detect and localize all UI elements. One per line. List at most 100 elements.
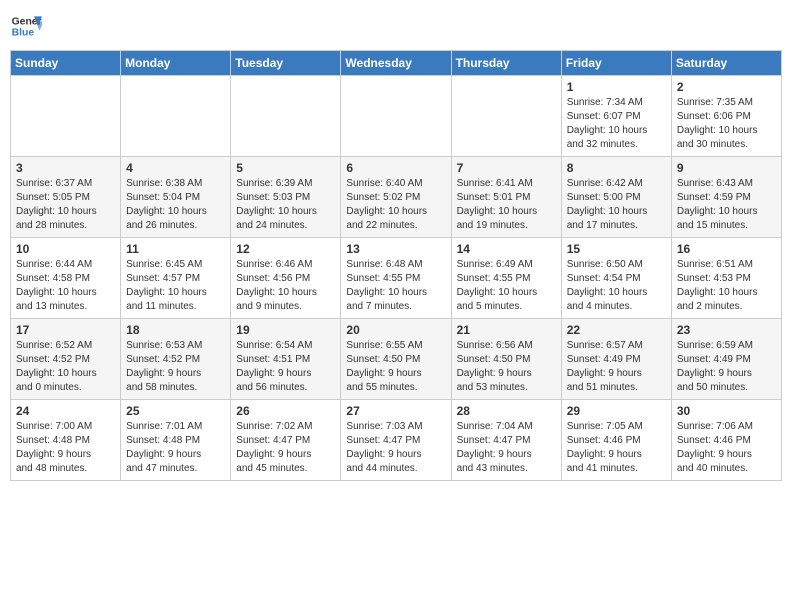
calendar-cell: 30 Sunrise: 7:06 AM Sunset: 4:46 PM Dayli… [671,400,781,481]
day-info: Sunrise: 6:51 AM Sunset: 4:53 PM Dayligh… [677,258,776,314]
calendar-cell: 3 Sunrise: 6:37 AM Sunset: 5:05 PM Daylig… [11,157,121,238]
calendar-cell: 1Sunrise: 7:34 AM Sunset: 6:07 PM Daylig… [561,76,671,157]
calendar-cell: 19 Sunrise: 6:54 AM Sunset: 4:51 PM Dayli… [231,319,341,400]
weekday-header-sunday: Sunday [11,51,121,76]
day-info: Sunrise: 6:37 AM Sunset: 5:05 PM Dayligh… [16,177,115,233]
day-info: Sunrise: 7:05 AM Sunset: 4:46 PM Dayligh… [567,420,666,476]
day-number: 14 [457,242,556,256]
week-row-2: 3 Sunrise: 6:37 AM Sunset: 5:05 PM Daylig… [11,157,782,238]
calendar-cell: 11 Sunrise: 6:45 AM Sunset: 4:57 PM Dayli… [121,238,231,319]
calendar-cell: 2 Sunrise: 7:35 AM Sunset: 6:06 PM Daylig… [671,76,781,157]
weekday-header-wednesday: Wednesday [341,51,451,76]
day-info: Sunrise: 7:00 AM Sunset: 4:48 PM Dayligh… [16,420,115,476]
day-number: 11 [126,242,225,256]
week-row-3: 10Sunrise: 6:44 AM Sunset: 4:58 PM Dayli… [11,238,782,319]
day-number: 9 [677,161,776,175]
day-number: 15 [567,242,666,256]
day-info: Sunrise: 6:42 AM Sunset: 5:00 PM Dayligh… [567,177,666,233]
day-info: Sunrise: 6:48 AM Sunset: 4:55 PM Dayligh… [346,258,445,314]
day-number: 3 [16,161,115,175]
day-info: Sunrise: 7:01 AM Sunset: 4:48 PM Dayligh… [126,420,225,476]
day-number: 20 [346,323,445,337]
day-number: 27 [346,404,445,418]
day-number: 10 [16,242,115,256]
weekday-header-monday: Monday [121,51,231,76]
calendar-cell [231,76,341,157]
day-number: 26 [236,404,335,418]
week-row-4: 17 Sunrise: 6:52 AM Sunset: 4:52 PM Dayli… [11,319,782,400]
calendar-cell [121,76,231,157]
week-row-5: 24 Sunrise: 7:00 AM Sunset: 4:48 PM Dayli… [11,400,782,481]
day-info: Sunrise: 6:54 AM Sunset: 4:51 PM Dayligh… [236,339,335,395]
day-info: Sunrise: 6:53 AM Sunset: 4:52 PM Dayligh… [126,339,225,395]
day-info: Sunrise: 6:45 AM Sunset: 4:57 PM Dayligh… [126,258,225,314]
day-number: 28 [457,404,556,418]
day-number: 13 [346,242,445,256]
logo: General Blue [10,10,42,42]
day-number: 29 [567,404,666,418]
day-number: 19 [236,323,335,337]
calendar-cell: 10Sunrise: 6:44 AM Sunset: 4:58 PM Dayli… [11,238,121,319]
day-info: Sunrise: 7:35 AM Sunset: 6:06 PM Dayligh… [677,96,776,152]
day-info: Sunrise: 6:55 AM Sunset: 4:50 PM Dayligh… [346,339,445,395]
logo-icon: General Blue [10,10,42,42]
weekday-header-thursday: Thursday [451,51,561,76]
day-number: 30 [677,404,776,418]
calendar-cell: 13 Sunrise: 6:48 AM Sunset: 4:55 PM Dayli… [341,238,451,319]
calendar-cell: 17 Sunrise: 6:52 AM Sunset: 4:52 PM Dayli… [11,319,121,400]
calendar-cell: 5Sunrise: 6:39 AM Sunset: 5:03 PM Daylig… [231,157,341,238]
calendar-cell: 15 Sunrise: 6:50 AM Sunset: 4:54 PM Dayli… [561,238,671,319]
calendar-cell: 27Sunrise: 7:03 AM Sunset: 4:47 PM Dayli… [341,400,451,481]
day-info: Sunrise: 6:52 AM Sunset: 4:52 PM Dayligh… [16,339,115,395]
calendar-cell: 6Sunrise: 6:40 AM Sunset: 5:02 PM Daylig… [341,157,451,238]
day-number: 24 [16,404,115,418]
svg-text:Blue: Blue [12,28,35,39]
day-number: 23 [677,323,776,337]
day-info: Sunrise: 7:04 AM Sunset: 4:47 PM Dayligh… [457,420,556,476]
calendar-table: SundayMondayTuesdayWednesdayThursdayFrid… [10,50,782,481]
calendar-cell: 29 Sunrise: 7:05 AM Sunset: 4:46 PM Dayli… [561,400,671,481]
calendar-cell: 25 Sunrise: 7:01 AM Sunset: 4:48 PM Dayli… [121,400,231,481]
day-number: 21 [457,323,556,337]
day-number: 6 [346,161,445,175]
day-info: Sunrise: 7:06 AM Sunset: 4:46 PM Dayligh… [677,420,776,476]
calendar-cell: 24 Sunrise: 7:00 AM Sunset: 4:48 PM Dayli… [11,400,121,481]
calendar-cell: 20 Sunrise: 6:55 AM Sunset: 4:50 PM Dayli… [341,319,451,400]
day-info: Sunrise: 6:38 AM Sunset: 5:04 PM Dayligh… [126,177,225,233]
calendar-cell: 4 Sunrise: 6:38 AM Sunset: 5:04 PM Daylig… [121,157,231,238]
calendar-cell: 26Sunrise: 7:02 AM Sunset: 4:47 PM Dayli… [231,400,341,481]
calendar-cell: 28 Sunrise: 7:04 AM Sunset: 4:47 PM Dayli… [451,400,561,481]
calendar-cell: 9 Sunrise: 6:43 AM Sunset: 4:59 PM Daylig… [671,157,781,238]
calendar-cell: 23Sunrise: 6:59 AM Sunset: 4:49 PM Dayli… [671,319,781,400]
day-number: 8 [567,161,666,175]
calendar-cell: 7 Sunrise: 6:41 AM Sunset: 5:01 PM Daylig… [451,157,561,238]
day-number: 5 [236,161,335,175]
day-info: Sunrise: 6:56 AM Sunset: 4:50 PM Dayligh… [457,339,556,395]
week-row-1: 1Sunrise: 7:34 AM Sunset: 6:07 PM Daylig… [11,76,782,157]
calendar-cell: 22Sunrise: 6:57 AM Sunset: 4:49 PM Dayli… [561,319,671,400]
calendar-cell: 8 Sunrise: 6:42 AM Sunset: 5:00 PM Daylig… [561,157,671,238]
weekday-header-friday: Friday [561,51,671,76]
calendar-cell [11,76,121,157]
day-number: 17 [16,323,115,337]
day-info: Sunrise: 6:43 AM Sunset: 4:59 PM Dayligh… [677,177,776,233]
day-number: 4 [126,161,225,175]
day-number: 2 [677,80,776,94]
calendar-cell: 21 Sunrise: 6:56 AM Sunset: 4:50 PM Dayli… [451,319,561,400]
calendar-cell: 16 Sunrise: 6:51 AM Sunset: 4:53 PM Dayli… [671,238,781,319]
day-number: 12 [236,242,335,256]
day-info: Sunrise: 7:34 AM Sunset: 6:07 PM Dayligh… [567,96,666,152]
day-number: 25 [126,404,225,418]
calendar-cell: 14 Sunrise: 6:49 AM Sunset: 4:55 PM Dayli… [451,238,561,319]
day-number: 16 [677,242,776,256]
day-info: Sunrise: 6:46 AM Sunset: 4:56 PM Dayligh… [236,258,335,314]
calendar-cell [451,76,561,157]
day-info: Sunrise: 6:41 AM Sunset: 5:01 PM Dayligh… [457,177,556,233]
day-info: Sunrise: 6:49 AM Sunset: 4:55 PM Dayligh… [457,258,556,314]
page-header: General Blue [10,10,782,42]
day-number: 7 [457,161,556,175]
calendar-cell [341,76,451,157]
day-info: Sunrise: 6:50 AM Sunset: 4:54 PM Dayligh… [567,258,666,314]
day-number: 22 [567,323,666,337]
calendar-cell: 18Sunrise: 6:53 AM Sunset: 4:52 PM Dayli… [121,319,231,400]
